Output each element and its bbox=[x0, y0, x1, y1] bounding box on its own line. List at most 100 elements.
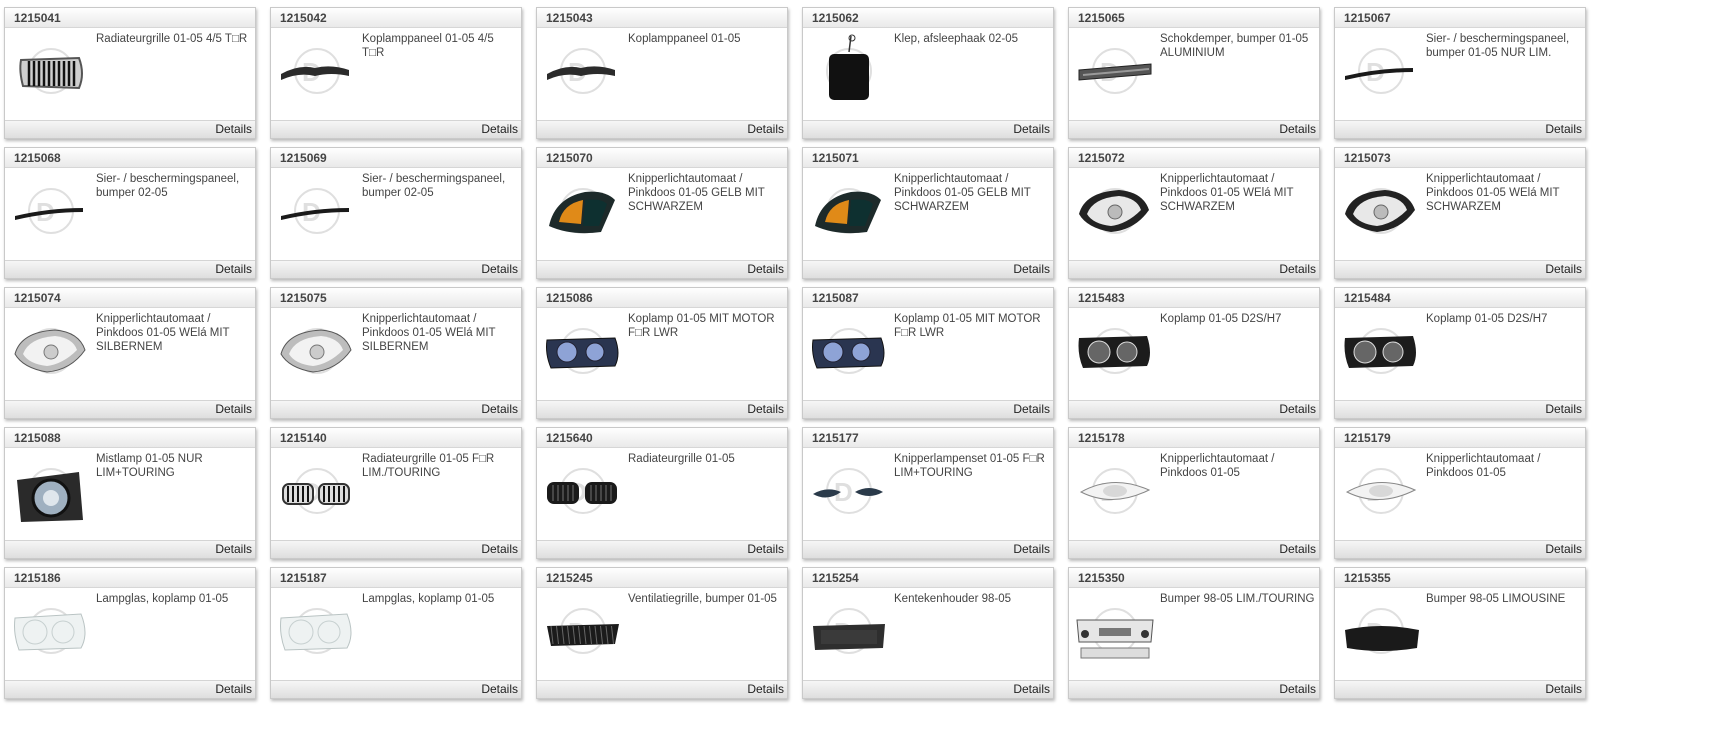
product-thumbnail[interactable]: D bbox=[541, 450, 625, 532]
indicator-clear-silver-icon: D bbox=[14, 328, 86, 374]
card-header: 1215245 bbox=[537, 568, 787, 588]
product-thumbnail[interactable]: D bbox=[1339, 170, 1423, 252]
card-header: 1215350 bbox=[1069, 568, 1319, 588]
product-number: 1215062 bbox=[812, 11, 859, 25]
product-thumbnail[interactable]: D bbox=[9, 170, 93, 252]
product-number: 1215043 bbox=[546, 11, 593, 25]
radiator-grille-chrome-icon: D bbox=[19, 48, 83, 94]
details-link[interactable]: Details bbox=[481, 682, 518, 696]
headlamp-panel-icon: D bbox=[547, 48, 615, 94]
product-thumbnail[interactable]: D bbox=[541, 30, 625, 112]
product-thumbnail[interactable]: D bbox=[807, 310, 891, 392]
details-link[interactable]: Details bbox=[481, 542, 518, 556]
product-thumbnail[interactable]: D bbox=[807, 170, 891, 252]
product-number: 1215042 bbox=[280, 11, 327, 25]
details-link[interactable]: Details bbox=[1545, 542, 1582, 556]
details-link[interactable]: Details bbox=[1545, 262, 1582, 276]
product-number: 1215072 bbox=[1078, 151, 1125, 165]
product-card: 1215068 D Sier- / beschermingspaneel, bump… bbox=[4, 147, 256, 279]
details-link[interactable]: Details bbox=[1013, 122, 1050, 136]
details-link[interactable]: Details bbox=[215, 402, 252, 416]
product-thumbnail[interactable]: D bbox=[1073, 170, 1157, 252]
product-thumbnail[interactable]: D bbox=[1339, 30, 1423, 112]
details-link[interactable]: Details bbox=[1279, 542, 1316, 556]
product-thumbnail[interactable]: D bbox=[807, 590, 891, 672]
card-footer: Details bbox=[1335, 260, 1585, 278]
card-header: 1215067 bbox=[1335, 8, 1585, 28]
product-number: 1215074 bbox=[14, 291, 61, 305]
product-thumbnail[interactable]: D bbox=[1339, 310, 1423, 392]
details-link[interactable]: Details bbox=[481, 262, 518, 276]
product-thumbnail[interactable]: D bbox=[1073, 30, 1157, 112]
product-thumbnail[interactable]: D bbox=[1073, 590, 1157, 672]
product-card: 1215179 D Knipperlichtautomaat / Pinkdoos … bbox=[1334, 427, 1586, 559]
details-link[interactable]: Details bbox=[747, 402, 784, 416]
card-footer: Details bbox=[1335, 400, 1585, 418]
details-link[interactable]: Details bbox=[215, 122, 252, 136]
product-number: 1215178 bbox=[1078, 431, 1125, 445]
card-footer: Details bbox=[537, 120, 787, 138]
product-card: 1215043 D Koplamppaneel 01-05 Details bbox=[536, 7, 788, 139]
details-link[interactable]: Details bbox=[1013, 262, 1050, 276]
product-card: 1215074 DKnipperlichtautomaat / Pinkdoos … bbox=[4, 287, 256, 419]
product-thumbnail[interactable]: D bbox=[807, 450, 891, 532]
side-marker-clear-icon: D bbox=[1079, 468, 1151, 514]
side-marker-pair-icon: D bbox=[813, 468, 883, 514]
product-thumbnail[interactable]: D bbox=[9, 450, 93, 532]
details-link[interactable]: Details bbox=[1279, 682, 1316, 696]
details-link[interactable]: Details bbox=[1013, 402, 1050, 416]
card-footer: Details bbox=[537, 680, 787, 698]
details-link[interactable]: Details bbox=[215, 682, 252, 696]
product-thumbnail[interactable]: D bbox=[807, 30, 891, 112]
product-number: 1215068 bbox=[14, 151, 61, 165]
details-link[interactable]: Details bbox=[747, 682, 784, 696]
details-link[interactable]: Details bbox=[1279, 402, 1316, 416]
details-link[interactable]: Details bbox=[1279, 122, 1316, 136]
product-thumbnail[interactable]: D bbox=[1073, 310, 1157, 392]
card-footer: Details bbox=[1069, 540, 1319, 558]
details-link[interactable]: Details bbox=[481, 122, 518, 136]
product-description: Knipperlichtautomaat / Pinkdoos 01-05 GE… bbox=[628, 173, 768, 213]
kidney-grille-chrome-icon: D bbox=[282, 468, 350, 514]
product-thumbnail[interactable]: D bbox=[275, 170, 359, 252]
product-thumbnail[interactable]: D bbox=[541, 170, 625, 252]
card-footer: Details bbox=[271, 260, 521, 278]
product-thumbnail[interactable]: D bbox=[9, 590, 93, 672]
details-link[interactable]: Details bbox=[1013, 682, 1050, 696]
details-link[interactable]: Details bbox=[1279, 262, 1316, 276]
card-footer: Details bbox=[803, 540, 1053, 558]
details-link[interactable]: Details bbox=[1013, 542, 1050, 556]
details-link[interactable]: Details bbox=[215, 262, 252, 276]
details-link[interactable]: Details bbox=[747, 262, 784, 276]
product-description: Mistlamp 01-05 NUR LIM+TOURING bbox=[96, 453, 206, 479]
product-card: 1215187 D Lampglas, koplamp 01-05 Details bbox=[270, 567, 522, 699]
product-card: 1215177 D Knipperlampenset 01-05 F□R LIM+T… bbox=[802, 427, 1054, 559]
details-link[interactable]: Details bbox=[1545, 122, 1582, 136]
details-link[interactable]: Details bbox=[1545, 402, 1582, 416]
product-thumbnail[interactable]: D bbox=[9, 30, 93, 112]
details-link[interactable]: Details bbox=[215, 542, 252, 556]
details-link[interactable]: Details bbox=[747, 122, 784, 136]
product-card: 1215245 D Ventilatiegrille, bumper 01-05 De… bbox=[536, 567, 788, 699]
product-thumbnail[interactable]: D bbox=[275, 450, 359, 532]
product-thumbnail[interactable]: D bbox=[9, 310, 93, 392]
product-thumbnail[interactable]: D bbox=[1339, 450, 1423, 532]
product-thumbnail[interactable]: D bbox=[541, 590, 625, 672]
product-thumbnail[interactable]: D bbox=[541, 310, 625, 392]
details-link[interactable]: Details bbox=[747, 542, 784, 556]
product-thumbnail[interactable]: D bbox=[275, 310, 359, 392]
product-number: 1215187 bbox=[280, 571, 327, 585]
details-link[interactable]: Details bbox=[1545, 682, 1582, 696]
product-thumbnail[interactable]: D bbox=[1339, 590, 1423, 672]
product-thumbnail[interactable]: D bbox=[275, 30, 359, 112]
product-description: Klep, afsleephaak 02-05 bbox=[894, 33, 1019, 45]
product-card: 1215075 DKnipperlichtautomaat / Pinkdoos … bbox=[270, 287, 522, 419]
card-footer: Details bbox=[1335, 120, 1585, 138]
details-link[interactable]: Details bbox=[481, 402, 518, 416]
product-number: 1215179 bbox=[1344, 431, 1391, 445]
product-thumbnail[interactable]: D bbox=[275, 590, 359, 672]
product-description: Knipperlichtautomaat / Pinkdoos 01-05 GE… bbox=[894, 173, 1034, 213]
indicator-amber-icon: D bbox=[549, 188, 615, 234]
product-thumbnail[interactable]: D bbox=[1073, 450, 1157, 532]
product-card: 1215178 D Knipperlichtautomaat / Pinkdoos … bbox=[1068, 427, 1320, 559]
